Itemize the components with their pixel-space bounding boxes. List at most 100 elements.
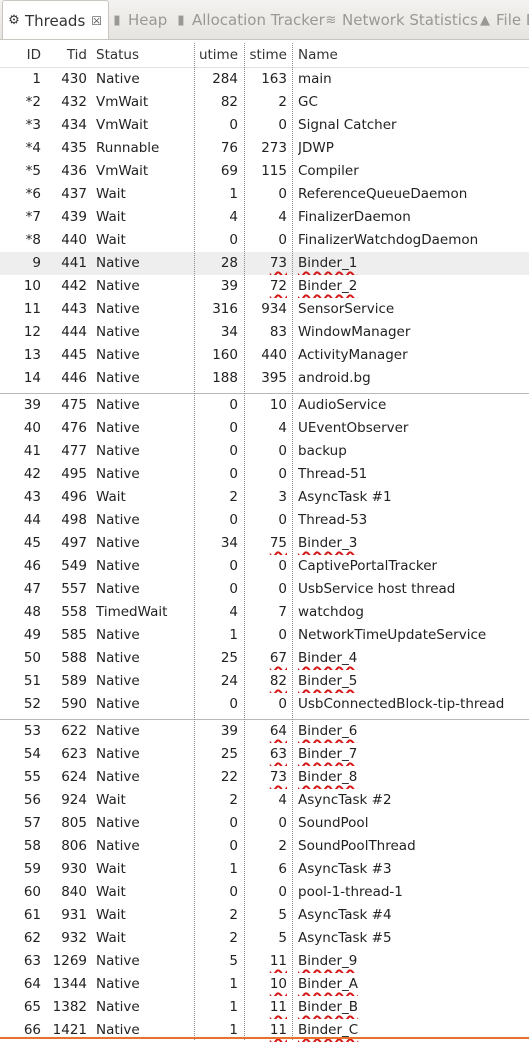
table-row[interactable]: 61 931 Wait 2 5 AsyncTask #4 — [0, 904, 529, 927]
table-row[interactable]: 40 476 Native 0 4 UEventObserver — [0, 417, 529, 440]
column-header-utime[interactable]: utime — [194, 43, 242, 67]
table-row[interactable]: *2 432 VmWait 82 2 GC — [0, 91, 529, 114]
cell-utime: 0 — [194, 881, 242, 904]
cell-name-text: UsbService host thread — [298, 581, 456, 597]
cell-status: Native — [96, 367, 194, 390]
table-row[interactable]: *3 434 VmWait 0 0 Signal Catcher — [0, 114, 529, 137]
table-row[interactable]: 65 1382 Native 1 11 Binder_B — [0, 996, 529, 1019]
cell-status-text: Wait — [96, 489, 126, 505]
cell-name-text: main — [298, 71, 332, 87]
cell-tid-text: 498 — [61, 512, 87, 528]
cell-tid-text: 475 — [61, 397, 87, 413]
cell-status-text: Native — [96, 255, 140, 271]
cell-tid: 622 — [44, 720, 90, 743]
column-header-name[interactable]: Name — [298, 43, 529, 67]
table-row[interactable]: 51 589 Native 24 82 Binder_5 — [0, 670, 529, 693]
table-row[interactable]: 12 444 Native 34 83 WindowManager — [0, 321, 529, 344]
cell-name-text: FinalizerWatchdogDaemon — [298, 232, 479, 248]
column-header-stime[interactable]: stime — [245, 43, 291, 67]
table-row[interactable]: 39 475 Native 0 10 AudioService — [0, 393, 529, 417]
table-row[interactable]: 52 590 Native 0 0 UsbConnectedBlock-tip-threa… — [0, 693, 529, 716]
table-row[interactable]: 41 477 Native 0 0 backup — [0, 440, 529, 463]
cell-status-text: Runnable — [96, 140, 160, 156]
table-row[interactable]: 45 497 Native 34 75 Binder_3 — [0, 532, 529, 555]
cell-tid-text: 588 — [61, 650, 87, 666]
cell-id: 63 — [0, 950, 44, 973]
table-row[interactable]: 53 622 Native 39 64 Binder_6 — [0, 719, 529, 743]
table-row[interactable]: 62 932 Wait 2 5 AsyncTask #5 — [0, 927, 529, 950]
table-row[interactable]: 64 1344 Native 1 10 Binder_A — [0, 973, 529, 996]
cell-name: WindowManager — [298, 321, 529, 344]
cell-stime: 273 — [245, 137, 291, 160]
table-row[interactable]: *4 435 Runnable 76 273 JDWP — [0, 137, 529, 160]
table-row[interactable]: 13 445 Native 160 440 ActivityManager — [0, 344, 529, 367]
cell-utime: 25 — [194, 647, 242, 670]
table-row[interactable]: 57 805 Native 0 0 SoundPool — [0, 812, 529, 835]
table-row[interactable]: 11 443 Native 316 934 SensorService — [0, 298, 529, 321]
table-row[interactable]: 50 588 Native 25 67 Binder_4 — [0, 647, 529, 670]
table-row[interactable]: 42 495 Native 0 0 Thread-51 — [0, 463, 529, 486]
table-row[interactable]: 55 624 Native 22 73 Binder_8 — [0, 766, 529, 789]
table-row[interactable]: 56 924 Wait 2 4 AsyncTask #2 — [0, 789, 529, 812]
tab-file-explorer[interactable]: ▲ File E — [478, 0, 529, 39]
cell-status-text: Native — [96, 696, 140, 712]
cell-utime: 2 — [194, 789, 242, 812]
cell-name-text: Binder_6 — [298, 723, 358, 739]
cell-name-text: Binder_C — [298, 1022, 359, 1038]
table-row[interactable]: *8 440 Wait 0 0 FinalizerWatchdogDaemon — [0, 229, 529, 252]
column-header-status[interactable]: Status — [96, 43, 194, 67]
cell-name: UsbConnectedBlock-tip-thread — [298, 693, 529, 716]
table-row[interactable]: *7 439 Wait 4 4 FinalizerDaemon — [0, 206, 529, 229]
cell-tid: 624 — [44, 766, 90, 789]
cell-stime: 10 — [245, 973, 291, 996]
cell-name-text: AsyncTask #4 — [298, 907, 392, 923]
cell-tid-text: 622 — [61, 723, 87, 739]
table-row[interactable]: 49 585 Native 1 0 NetworkTimeUpdateService — [0, 624, 529, 647]
table-row[interactable]: 60 840 Wait 0 0 pool-1-thread-1 — [0, 881, 529, 904]
cell-status-text: Native — [96, 278, 140, 294]
cell-name-text: Binder_B — [298, 999, 359, 1015]
table-row[interactable]: 1 430 Native 284 163 main — [0, 68, 529, 91]
cell-tid: 1382 — [44, 996, 90, 1019]
tab-network-statistics[interactable]: ≋ Network Statistics — [324, 0, 478, 39]
table-row[interactable]: *6 437 Wait 1 0 ReferenceQueueDaemon — [0, 183, 529, 206]
table-row[interactable]: 54 623 Native 25 63 Binder_7 — [0, 743, 529, 766]
tab-heap[interactable]: ▮ Heap — [110, 0, 167, 39]
column-header-id[interactable]: ID — [0, 43, 44, 67]
cell-stime: 0 — [245, 440, 291, 463]
table-row[interactable]: 44 498 Native 0 0 Thread-53 — [0, 509, 529, 532]
table-row[interactable]: 10 442 Native 39 72 Binder_2 — [0, 275, 529, 298]
cell-status: Wait — [96, 229, 194, 252]
close-tab-icon[interactable]: ☒ — [91, 14, 102, 28]
table-row[interactable]: *5 436 VmWait 69 115 Compiler — [0, 160, 529, 183]
table-row[interactable]: 14 446 Native 188 395 android.bg — [0, 367, 529, 390]
table-row[interactable]: 63 1269 Native 5 11 Binder_9 — [0, 950, 529, 973]
cell-stime: 0 — [245, 183, 291, 206]
table-row[interactable]: 9 441 Native 28 73 Binder_1 — [0, 252, 529, 275]
cell-name-text: UEventObserver — [298, 420, 409, 436]
cell-id-text: *2 — [25, 94, 41, 110]
tab-threads[interactable]: ⚙ Threads ☒ — [2, 0, 110, 39]
cell-status: Native — [96, 532, 194, 555]
cell-name-text: AsyncTask #1 — [298, 489, 392, 505]
cell-tid-text: 924 — [61, 792, 87, 808]
table-row[interactable]: 43 496 Wait 2 3 AsyncTask #1 — [0, 486, 529, 509]
table-row[interactable]: 59 930 Wait 1 6 AsyncTask #3 — [0, 858, 529, 881]
cell-utime-text: 5 — [229, 953, 238, 969]
cell-utime: 2 — [194, 904, 242, 927]
cell-status-text: Wait — [96, 884, 126, 900]
cell-stime-text: 7 — [278, 604, 287, 620]
table-row[interactable]: 48 558 TimedWait 4 7 watchdog — [0, 601, 529, 624]
table-row[interactable]: 58 806 Native 0 2 SoundPoolThread — [0, 835, 529, 858]
cell-stime-text: 0 — [278, 117, 287, 133]
table-row[interactable]: 47 557 Native 0 0 UsbService host thread — [0, 578, 529, 601]
column-header-tid[interactable]: Tid — [44, 43, 90, 67]
cell-status: VmWait — [96, 160, 194, 183]
cell-utime: 34 — [194, 532, 242, 555]
cell-status: Native — [96, 578, 194, 601]
cell-tid: 806 — [44, 835, 90, 858]
cell-tid: 475 — [44, 394, 90, 417]
cell-name-text: Binder_7 — [298, 746, 358, 762]
table-row[interactable]: 46 549 Native 0 0 CaptivePortalTracker — [0, 555, 529, 578]
tab-allocation-tracker[interactable]: ▮ Allocation Tracker — [174, 0, 324, 39]
